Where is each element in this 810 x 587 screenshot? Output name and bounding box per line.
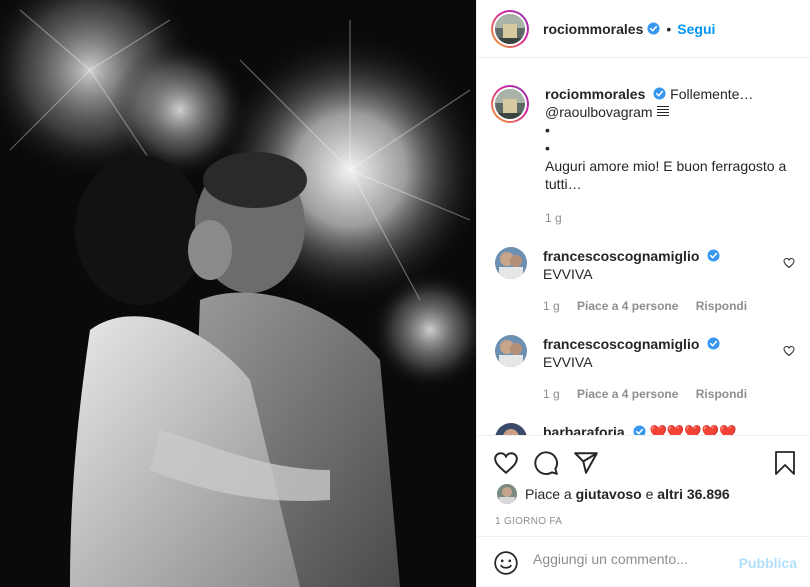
heart-icon[interactable] [493, 450, 519, 476]
avatar-image-icon [497, 484, 517, 504]
striped-flag-icon [656, 106, 669, 118]
comment-author[interactable]: barbaraforia [543, 424, 625, 435]
comment-likes-count[interactable]: Piace a 4 persone [577, 387, 678, 401]
photo-couple-kissing-fireworks [0, 0, 476, 587]
author-avatar[interactable] [491, 9, 529, 48]
add-comment-input[interactable] [533, 551, 733, 567]
caption-author-username[interactable]: rociommorales [545, 86, 645, 102]
post-actions: Piace a giutavoso e altri 36.896 1 GIORN… [477, 435, 810, 587]
caption-age: 1 g [545, 211, 562, 225]
caption-text-block: rociommorales Follemente… @raoulbovagram… [545, 85, 797, 227]
verified-badge-icon [707, 249, 720, 262]
avatar-image-icon [495, 423, 527, 435]
verified-badge-icon [647, 22, 660, 35]
add-comment-bar: Pubblica [477, 536, 810, 587]
comment-text: EVVIVA [543, 266, 593, 282]
post-header: rociommorales • Segui [477, 0, 810, 58]
caption-author-avatar[interactable] [491, 85, 529, 123]
reply-button[interactable]: Rispondi [696, 299, 747, 313]
post-photo[interactable] [0, 0, 476, 587]
post-timestamp[interactable]: 1 GIORNO FA [495, 516, 562, 527]
verified-badge-icon [707, 337, 720, 350]
comment-item: francescoscognamiglio EVVIVA 1 g Piace a… [495, 247, 795, 315]
share-icon[interactable] [573, 450, 599, 476]
likes-prefix: Piace a [525, 486, 572, 502]
author-username[interactable]: rociommorales [543, 21, 643, 37]
comment-author[interactable]: francescoscognamiglio [543, 336, 699, 352]
like-comment-heart-icon[interactable] [783, 345, 795, 357]
verified-badge-icon [653, 87, 666, 100]
likes-summary: Piace a giutavoso e altri 36.896 [497, 484, 730, 504]
emoji-icon[interactable] [493, 550, 519, 576]
caption-intro: Follemente… [670, 86, 754, 102]
comment-likes-count[interactable]: Piace a 4 persone [577, 299, 678, 313]
avatar-image-icon [495, 247, 527, 279]
avatar-image-icon [495, 335, 527, 367]
comments-list[interactable]: rociommorales Follemente… @raoulbovagram… [477, 59, 810, 435]
avatar-image-icon [495, 89, 525, 119]
caption-mention[interactable]: @raoulbovagram [545, 104, 653, 120]
comment-age: 1 g [543, 299, 560, 313]
caption-bullet: • [545, 140, 550, 156]
liker-avatar[interactable] [497, 484, 517, 504]
follow-button[interactable]: Segui [677, 21, 715, 37]
comment-icon[interactable] [533, 450, 559, 476]
commenter-avatar[interactable] [495, 335, 527, 367]
caption-bullet: • [545, 122, 550, 138]
like-comment-heart-icon[interactable] [783, 257, 795, 269]
reply-button[interactable]: Rispondi [696, 387, 747, 401]
commenter-avatar[interactable] [495, 423, 527, 435]
comment-author[interactable]: francescoscognamiglio [543, 248, 699, 264]
comment-text: EVVIVA [543, 354, 593, 370]
post-side-panel: rociommorales • Segui rociommorales Foll… [476, 0, 810, 587]
save-icon[interactable] [773, 450, 797, 476]
caption-body: Auguri amore mio! E buon ferragosto a tu… [545, 158, 787, 192]
likes-middle: e [645, 486, 654, 502]
verified-badge-icon [633, 425, 646, 435]
comment-text: ❤️❤️❤️❤️❤️ [649, 424, 737, 435]
avatar-image-icon [495, 13, 525, 44]
header-separator: • [666, 20, 672, 37]
post-caption: rociommorales Follemente… @raoulbovagram… [491, 85, 797, 227]
comment-item: francescoscognamiglio EVVIVA 1 g Piace a… [495, 335, 795, 403]
liker-username[interactable]: giutavoso [576, 486, 642, 502]
likes-count[interactable]: altri 36.896 [657, 486, 729, 502]
commenter-avatar[interactable] [495, 247, 527, 279]
comment-item: barbaraforia ❤️❤️❤️❤️❤️ [495, 423, 795, 435]
publish-button[interactable]: Pubblica [739, 555, 797, 571]
comment-age: 1 g [543, 387, 560, 401]
